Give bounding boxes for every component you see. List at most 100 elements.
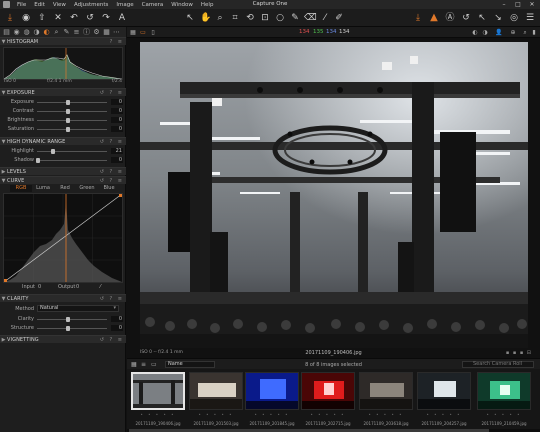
- details-icon[interactable]: ⌕: [52, 28, 61, 36]
- slider-value[interactable]: 0: [111, 117, 123, 123]
- structure-slider[interactable]: Structure 0: [0, 324, 126, 332]
- vignetting-header[interactable]: ▶ VIGNETTING ↺ ? ≡: [0, 335, 126, 343]
- apply-adjust-icon[interactable]: ↘: [492, 12, 504, 24]
- menu-view[interactable]: View: [53, 2, 66, 8]
- clarity-method[interactable]: Method Natural ▾: [0, 305, 126, 313]
- rating-stars[interactable]: • • • • •: [245, 412, 299, 417]
- rating-stars[interactable]: • • • • •: [417, 412, 471, 417]
- shadow-slider[interactable]: Shadow 0: [0, 156, 126, 164]
- pan-icon[interactable]: ✋: [200, 12, 212, 24]
- slider-track[interactable]: [37, 102, 107, 103]
- thumbnail-image[interactable]: [359, 372, 413, 410]
- curve-header[interactable]: ▼ CURVE ↺ ? ≡: [0, 176, 126, 184]
- tool-header-icons[interactable]: ↺ ? ≡: [100, 337, 124, 343]
- slider-value[interactable]: 21: [111, 148, 123, 154]
- slider-handle[interactable]: [51, 149, 55, 154]
- undo-icon[interactable]: ↶: [68, 12, 80, 24]
- color-icon[interactable]: ◑: [32, 28, 41, 36]
- undo-all-icon[interactable]: ↺: [84, 12, 96, 24]
- exposure-tab-icon[interactable]: ◐: [42, 28, 51, 36]
- curve-point[interactable]: [4, 279, 7, 282]
- slider-value[interactable]: 0: [111, 126, 123, 132]
- local-icon[interactable]: ✎: [62, 28, 71, 36]
- process-icon[interactable]: ⤓: [412, 12, 424, 24]
- thumbnail[interactable]: • • • • • 20171109_202715.jpg: [301, 372, 355, 428]
- annotate-icon[interactable]: ✐: [333, 12, 345, 24]
- picker-icon[interactable]: ⁄: [319, 12, 331, 24]
- clarity-slider[interactable]: Clarity 0: [0, 315, 126, 323]
- proof-icon[interactable]: ◐: [471, 29, 479, 36]
- slider-track[interactable]: [37, 151, 107, 152]
- copy-adjust-icon[interactable]: ↖: [476, 12, 488, 24]
- rating-stars[interactable]: • • • • •: [477, 412, 531, 417]
- maximize-icon[interactable]: □: [512, 1, 524, 8]
- tab-blue[interactable]: Blue: [98, 185, 120, 192]
- sidebar-toggle-icon[interactable]: ▮: [530, 29, 538, 36]
- rating-stars[interactable]: • • • • •: [131, 412, 185, 417]
- slider-handle[interactable]: [66, 109, 70, 114]
- slider-handle[interactable]: [36, 158, 40, 163]
- slider-track[interactable]: [37, 120, 107, 121]
- hdr-header[interactable]: ▼ HIGH DYNAMIC RANGE ↺ ? ≡: [0, 137, 126, 145]
- slider-track[interactable]: [37, 111, 107, 112]
- capture-icon[interactable]: ◉: [20, 12, 32, 24]
- thumbnail-image[interactable]: [417, 372, 471, 410]
- library-icon[interactable]: ▤: [2, 28, 11, 36]
- menu-image[interactable]: Image: [116, 2, 133, 8]
- grid-view-icon[interactable]: ▦: [129, 29, 137, 36]
- saturation-slider[interactable]: Saturation 0: [0, 125, 126, 133]
- levels-header[interactable]: ▶ LEVELS ↺ ? ≡: [0, 167, 126, 175]
- close-icon[interactable]: ✕: [526, 1, 538, 8]
- tool-header-icons[interactable]: ↺ ? ≡: [100, 296, 124, 302]
- menu-edit[interactable]: Edit: [34, 2, 45, 8]
- slider-value[interactable]: 0: [111, 99, 123, 105]
- slider-track[interactable]: [37, 129, 107, 130]
- straighten-icon[interactable]: ⟲: [244, 12, 256, 24]
- metadata-icon[interactable]: ⓘ: [82, 28, 91, 36]
- curve-editor[interactable]: [3, 193, 123, 283]
- slider-handle[interactable]: [66, 317, 70, 322]
- compare-view-icon[interactable]: ▯: [149, 29, 157, 36]
- contrast-slider[interactable]: Contrast 0: [0, 107, 126, 115]
- slider-value[interactable]: 0: [111, 157, 123, 163]
- slider-value[interactable]: 0: [111, 316, 123, 322]
- tool-header-icons[interactable]: ↺ ? ≡: [100, 139, 124, 145]
- menu-help[interactable]: Help: [201, 2, 214, 8]
- view-icon[interactable]: ◎: [508, 12, 520, 24]
- histogram-header[interactable]: ▼ HISTOGRAM ? ≡: [0, 37, 126, 45]
- menu-window[interactable]: Window: [171, 2, 193, 8]
- warning-icon[interactable]: ▲: [428, 12, 440, 24]
- thumbnail-image[interactable]: [189, 372, 243, 410]
- slider-track[interactable]: [37, 328, 107, 329]
- thumbnail[interactable]: • • • • • 20171109_210459.jpg: [477, 372, 531, 428]
- rating-stars[interactable]: • • • • •: [301, 412, 355, 417]
- slider-handle[interactable]: [66, 100, 70, 105]
- loupe-icon[interactable]: ⌕: [214, 12, 226, 24]
- lens-icon[interactable]: ◍: [22, 28, 31, 36]
- auto-adjust-icon[interactable]: Ⓐ: [444, 12, 456, 24]
- tab-red[interactable]: Red: [54, 185, 76, 192]
- tool-header-icons[interactable]: ↺ ? ≡: [100, 90, 124, 96]
- adjustments-icon[interactable]: ☰: [524, 12, 536, 24]
- tool-header-icons[interactable]: ↺ ? ≡: [100, 178, 124, 184]
- thumbnail-image[interactable]: [245, 372, 299, 410]
- viewer-options-icon[interactable]: ▪ ▪ ▪ ⊟: [506, 350, 532, 356]
- reset-icon[interactable]: ↺: [460, 12, 472, 24]
- curve-graph[interactable]: [3, 193, 123, 283]
- user-icon[interactable]: 👤: [495, 29, 503, 36]
- exposure-warning-icon[interactable]: ◑: [481, 29, 489, 36]
- slider-track[interactable]: [37, 319, 107, 320]
- thumbnail[interactable]: • • • • • 20171109_201845.jpg: [245, 372, 299, 428]
- menu-camera[interactable]: Camera: [142, 2, 164, 8]
- delete-icon[interactable]: ✕: [52, 12, 64, 24]
- highlight-slider[interactable]: Highlight 21: [0, 147, 126, 155]
- rating-stars[interactable]: • • • • •: [359, 412, 413, 417]
- slider-value[interactable]: 0: [111, 108, 123, 114]
- slider-track[interactable]: [37, 160, 107, 161]
- thumbnail[interactable]: • • • • • 20171109_190406.jpg: [131, 372, 185, 428]
- method-select[interactable]: Natural ▾: [37, 305, 119, 312]
- menu-adjustments[interactable]: Adjustments: [74, 2, 108, 8]
- rating-stars[interactable]: • • • • •: [189, 412, 243, 417]
- crop-icon[interactable]: ⌗: [229, 12, 241, 24]
- brush-icon[interactable]: ✎: [289, 12, 301, 24]
